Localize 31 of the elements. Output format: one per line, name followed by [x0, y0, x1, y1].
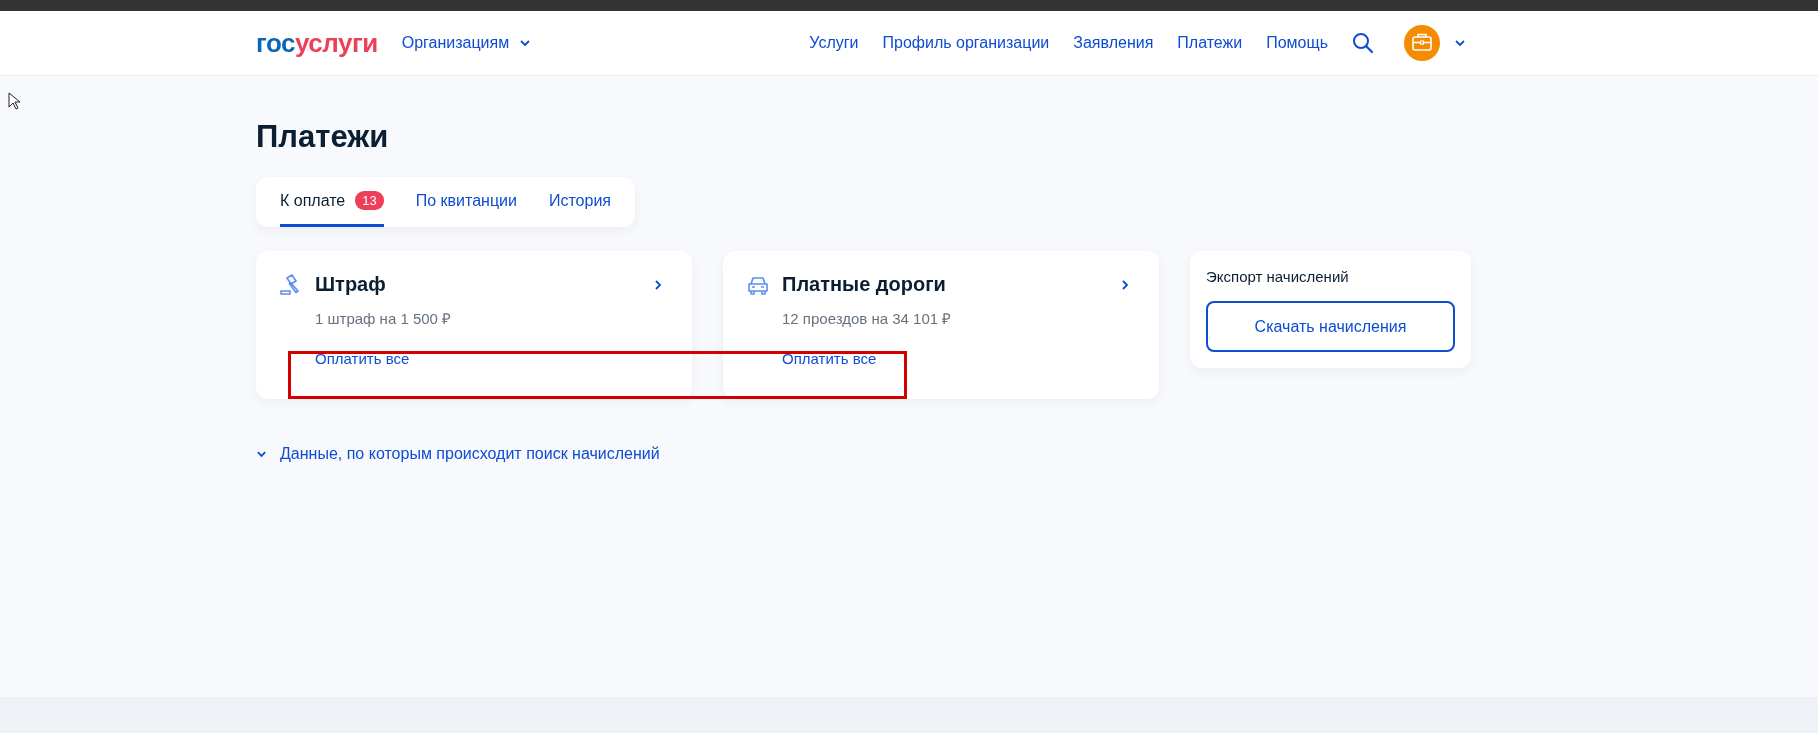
pay-all-link[interactable]: Оплатить все	[315, 350, 410, 368]
chevron-down-icon	[519, 39, 532, 47]
export-title: Экспорт начислений	[1206, 268, 1350, 286]
page-title: Платежи	[256, 118, 390, 156]
card-summary: 1 штраф на 1 500 ₽	[315, 309, 453, 329]
card-title: Платные дороги	[782, 273, 946, 297]
count-badge: 13	[355, 191, 384, 211]
chevron-right-icon[interactable]	[654, 278, 662, 291]
nav-link[interactable]: Помощь	[1266, 34, 1328, 52]
nav-link[interactable]: Профиль организации	[882, 34, 1050, 52]
logo[interactable]: госуслуги	[256, 30, 378, 56]
payment-card[interactable]: Платные дороги 12 проездов на 34 101 ₽ Оплатить все	[723, 251, 1159, 400]
card-summary: 12 проездов на 34 101 ₽	[782, 309, 953, 329]
nav-link[interactable]: Заявления	[1073, 34, 1154, 52]
download-button[interactable]: Скачать начисления	[1206, 301, 1455, 353]
chevron-down-icon[interactable]	[1454, 39, 1466, 47]
nav-link[interactable]: Платежи	[1177, 34, 1243, 52]
search-icon[interactable]	[1352, 32, 1374, 54]
organizations-menu[interactable]: Организациям	[401, 34, 532, 52]
chevron-right-icon[interactable]	[1121, 278, 1129, 291]
tab[interactable]: По квитанции	[415, 177, 517, 228]
tab[interactable]: История	[548, 177, 611, 228]
gavel-icon	[280, 273, 302, 296]
mouse-pointer-icon	[8, 92, 20, 110]
card-title: Штраф	[315, 273, 386, 297]
search-data-toggle[interactable]: Данные, по которым происходит поиск начислений	[256, 445, 1472, 464]
tab[interactable]: К оплате 13	[280, 177, 384, 228]
payment-card[interactable]: Штраф 1 штраф на 1 500 ₽ Оплатить все	[256, 251, 692, 400]
nav-link[interactable]: Услуги	[809, 34, 859, 52]
pay-all-link[interactable]: Оплатить все	[782, 350, 877, 368]
toggle-label[interactable]: Данные, по которым происходит поиск начислений	[280, 445, 660, 464]
